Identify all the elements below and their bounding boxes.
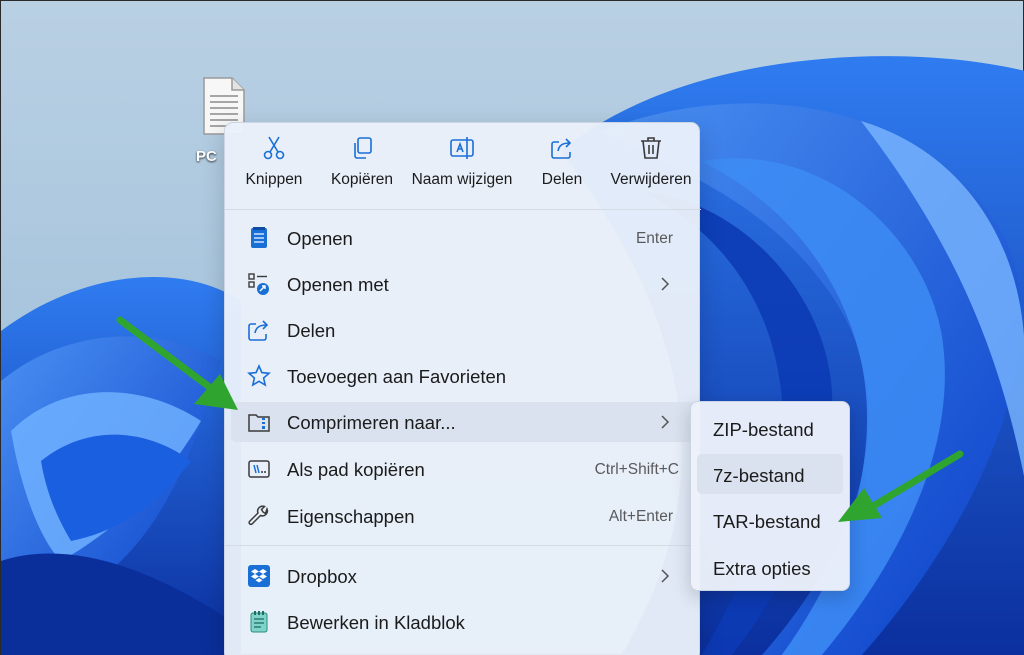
- chevron-right-icon: [661, 415, 670, 429]
- cut-button[interactable]: Knippen: [237, 135, 311, 201]
- zip-folder-icon: [248, 414, 270, 432]
- rename-button[interactable]: Naam wijzigen: [403, 135, 521, 201]
- submenu-item-label: ZIP-bestand: [713, 419, 814, 440]
- delete-button[interactable]: Verwijderen: [603, 135, 699, 201]
- submenu-item-7z[interactable]: 7z-bestand: [697, 454, 843, 494]
- cut-label: Knippen: [245, 171, 303, 188]
- trash-icon: [641, 137, 661, 159]
- green-arrow-annotation: [116, 316, 238, 410]
- scissors-icon: [263, 136, 285, 160]
- menu-item-label: Comprimeren naar...: [287, 412, 456, 433]
- menu-item-open[interactable]: Openen Enter: [231, 218, 695, 258]
- menu-item-notepad[interactable]: Bewerken in Kladblok: [231, 602, 695, 642]
- menu-item-label: Toevoegen aan Favorieten: [287, 366, 507, 387]
- menu-item-label: Openen: [287, 228, 353, 249]
- menu-item-label: Bewerken in Kladblok: [287, 612, 465, 633]
- chevron-right-icon: [661, 277, 670, 291]
- delete-label: Verwijderen: [610, 171, 692, 188]
- copy-button[interactable]: Kopiëren: [323, 135, 401, 201]
- menu-item-shortcut: Enter: [635, 230, 673, 247]
- green-arrow-annotation: [838, 450, 964, 522]
- menu-item-shortcut: Ctrl+Shift+C: [594, 461, 679, 478]
- submenu-item-label: TAR-bestand: [713, 511, 821, 532]
- notepad-icon: [251, 227, 267, 248]
- menu-item-label: Eigenschappen: [287, 506, 415, 527]
- copy-label: Kopiëren: [330, 171, 394, 188]
- wrench-icon: [248, 505, 269, 526]
- rename-label: Naam wijzigen: [411, 171, 513, 188]
- menu-item-label: Dropbox: [287, 566, 357, 587]
- chevron-right-icon: [661, 569, 670, 583]
- share-icon: [551, 138, 572, 159]
- share-label: Delen: [541, 171, 583, 188]
- menu-item-copy-path[interactable]: Als pad kopiëren Ctrl+Shift+C: [231, 449, 695, 489]
- menu-item-properties[interactable]: Eigenschappen Alt+Enter: [231, 496, 695, 536]
- copy-icon: [354, 137, 372, 159]
- rename-icon: [450, 137, 474, 159]
- share-icon: [248, 320, 269, 341]
- context-menu: Knippen Kopiëren Naam wijzigen Delen Ver…: [224, 122, 701, 655]
- separator: [225, 545, 701, 546]
- submenu-item-label: Extra opties: [713, 558, 811, 579]
- context-menu-toolbar: Knippen Kopiëren Naam wijzigen Delen Ver…: [225, 123, 701, 209]
- menu-item-label: Openen met: [287, 274, 389, 295]
- submenu-item-zip[interactable]: ZIP-bestand: [697, 408, 843, 448]
- menu-item-shortcut: Alt+Enter: [608, 508, 673, 525]
- path-icon: [248, 460, 270, 478]
- menu-item-share[interactable]: Delen: [231, 310, 695, 350]
- menu-item-open-with[interactable]: Openen met: [231, 264, 695, 304]
- menu-item-favorites[interactable]: Toevoegen aan Favorieten: [231, 356, 695, 396]
- submenu-item-tar[interactable]: TAR-bestand: [697, 500, 843, 540]
- submenu-item-extra[interactable]: Extra opties: [697, 547, 843, 587]
- menu-item-compress[interactable]: Comprimeren naar...: [231, 402, 695, 442]
- menu-item-label: Delen: [287, 320, 336, 341]
- star-icon: [247, 364, 271, 387]
- open-with-icon: [248, 273, 269, 295]
- submenu-item-label: 7z-bestand: [713, 465, 805, 486]
- share-button[interactable]: Delen: [531, 135, 593, 201]
- compress-submenu: ZIP-bestand 7z-bestand TAR-bestand Extra…: [690, 401, 850, 591]
- notepad-icon: [250, 611, 268, 633]
- separator: [225, 209, 701, 210]
- dropbox-icon: [248, 565, 270, 587]
- menu-item-dropbox[interactable]: Dropbox: [231, 556, 695, 596]
- menu-item-label: Als pad kopiëren: [287, 459, 425, 480]
